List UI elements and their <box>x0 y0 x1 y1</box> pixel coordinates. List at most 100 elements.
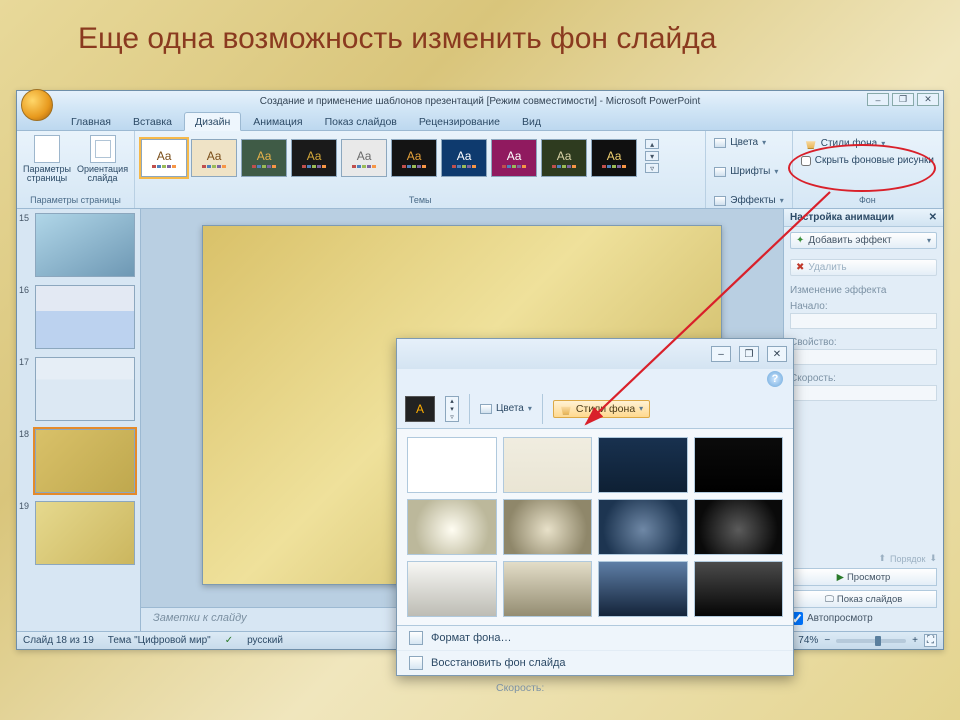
minimize-button[interactable]: – <box>867 93 889 106</box>
background-group-label: Фон <box>801 195 934 206</box>
theme-swatch[interactable]: Aa <box>541 139 587 177</box>
background-style-swatch[interactable] <box>694 561 784 617</box>
format-background-menuitem[interactable]: Формат фона… <box>397 626 793 650</box>
theme-fonts-button[interactable]: Шрифты▾ <box>714 166 783 177</box>
tab-главная[interactable]: Главная <box>61 113 121 130</box>
colors-icon <box>480 404 492 414</box>
ribbon: Параметры страницы Ориентация слайда Пар… <box>17 131 943 209</box>
zoom-out-button[interactable]: − <box>824 635 830 646</box>
background-style-swatch[interactable] <box>407 561 497 617</box>
colors-icon <box>714 138 726 148</box>
hide-background-graphics-checkbox[interactable]: Скрыть фоновые рисунки <box>801 155 934 166</box>
reset-icon <box>409 656 423 670</box>
remove-effect-button[interactable]: ✖ Удалить <box>790 259 937 276</box>
slideshow-button[interactable]: 🖵Показ слайдов <box>790 590 937 608</box>
theme-swatch[interactable]: Aa <box>191 139 237 177</box>
slide-thumbnail[interactable]: 17 <box>21 357 136 421</box>
themes-scroll-button[interactable]: ▾ <box>645 151 659 161</box>
autopreview-checkbox[interactable]: Автопросмотр <box>790 612 937 625</box>
popup-close-button[interactable]: ✕ <box>767 346 787 362</box>
reset-background-menuitem[interactable]: Восстановить фон слайда <box>397 650 793 675</box>
background-style-swatch[interactable] <box>503 561 593 617</box>
popup-restore-button[interactable]: ❐ <box>739 346 759 362</box>
slide-thumbnail[interactable]: 15 <box>21 213 136 277</box>
theme-gallery-scroll[interactable]: ▴▾▿ <box>445 396 459 422</box>
slide-thumbnail[interactable]: 18 <box>21 429 136 493</box>
bucket-icon <box>805 137 817 149</box>
background-style-swatch[interactable] <box>503 499 593 555</box>
slide-thumbnail[interactable]: 16 <box>21 285 136 349</box>
theme-swatch[interactable]: Aa <box>291 139 337 177</box>
themes-scroll-button[interactable]: ▿ <box>645 163 659 173</box>
reorder-label: Порядок <box>890 554 925 564</box>
effects-icon <box>714 196 726 206</box>
theme-swatch[interactable]: Aa <box>441 139 487 177</box>
themes-gallery[interactable]: AaAaAaAaAaAaAaAaAaAa▴▾▿ <box>141 135 699 177</box>
maximize-button[interactable]: ❐ <box>892 93 914 106</box>
popup-help-row: ? <box>397 369 793 389</box>
page-setup-button[interactable]: Параметры страницы <box>23 135 71 184</box>
star-icon: ✦ <box>796 235 804 246</box>
page-setup-group-label: Параметры страницы <box>23 195 128 206</box>
slide-thumbnails-panel[interactable]: 15 16 17 18 19 <box>17 209 141 631</box>
tab-показ слайдов[interactable]: Показ слайдов <box>315 113 407 130</box>
theme-swatch[interactable]: Aa <box>341 139 387 177</box>
slide-thumbnail[interactable]: 19 <box>21 501 136 565</box>
theme-swatch[interactable]: Aa <box>391 139 437 177</box>
page-setup-icon <box>34 135 60 163</box>
close-button[interactable]: ✕ <box>917 93 939 106</box>
background-style-swatch[interactable] <box>694 437 784 493</box>
property-label: Свойство: <box>790 337 937 348</box>
slide-orientation-button[interactable]: Ориентация слайда <box>77 135 128 184</box>
titlebar: Создание и применение шаблонов презентац… <box>17 91 943 111</box>
play-button[interactable]: ▶Просмотр <box>790 568 937 586</box>
tab-анимация[interactable]: Анимация <box>243 113 312 130</box>
format-icon <box>409 631 423 645</box>
task-pane-title: Настройка анимации ✕ <box>784 209 943 227</box>
fit-to-window-button[interactable]: ⛶ <box>924 634 937 647</box>
tab-дизайн[interactable]: Дизайн <box>184 112 241 131</box>
spellcheck-icon[interactable]: ✓ <box>225 635 233 646</box>
background-style-swatch[interactable] <box>503 437 593 493</box>
theme-swatch[interactable]: Aa <box>591 139 637 177</box>
popup-background-styles-button[interactable]: Стили фона▾ <box>553 400 650 418</box>
background-style-swatch[interactable] <box>598 499 688 555</box>
background-style-swatch[interactable] <box>694 499 784 555</box>
background-style-swatch[interactable] <box>407 499 497 555</box>
tab-вставка[interactable]: Вставка <box>123 113 182 130</box>
speed-dropdown[interactable] <box>790 385 937 401</box>
slide-counter: Слайд 18 из 19 <box>23 635 94 646</box>
slideshow-icon: 🖵 <box>825 594 834 605</box>
background-styles-button[interactable]: Стили фона▾ <box>801 135 934 151</box>
zoom-slider[interactable] <box>836 639 906 643</box>
background-styles-popup: – ❐ ✕ ? A ▴▾▿ Цвета▾ Стили фона▾ Формат … <box>396 338 794 676</box>
themes-group-label: Темы <box>141 195 699 206</box>
tab-рецензирование[interactable]: Рецензирование <box>409 113 510 130</box>
background-style-swatch[interactable] <box>598 437 688 493</box>
add-effect-button[interactable]: ✦ Добавить эффект▾ <box>790 232 937 249</box>
office-button[interactable] <box>21 89 53 121</box>
start-dropdown[interactable] <box>790 313 937 329</box>
change-effect-label: Изменение эффекта <box>790 285 937 296</box>
tab-вид[interactable]: Вид <box>512 113 551 130</box>
theme-colors-button[interactable]: Цвета▾ <box>714 137 783 148</box>
themes-scroll-button[interactable]: ▴ <box>645 139 659 149</box>
theme-swatch[interactable]: Aa <box>241 139 287 177</box>
zoom-in-button[interactable]: + <box>912 635 918 646</box>
theme-swatch[interactable]: Aa <box>141 139 187 177</box>
popup-titlebar: – ❐ ✕ <box>397 339 793 369</box>
theme-effects-button[interactable]: Эффекты▾ <box>714 195 783 206</box>
background-style-swatch[interactable] <box>598 561 688 617</box>
popup-colors-button[interactable]: Цвета▾ <box>480 403 532 414</box>
background-styles-gallery[interactable] <box>397 429 793 625</box>
property-dropdown[interactable] <box>790 349 937 365</box>
language-indicator[interactable]: русский <box>247 635 283 646</box>
popup-minimize-button[interactable]: – <box>711 346 731 362</box>
theme-swatch[interactable]: Aa <box>491 139 537 177</box>
remove-icon: ✖ <box>796 262 804 273</box>
fonts-icon <box>714 167 726 177</box>
help-icon[interactable]: ? <box>767 371 783 387</box>
zoom-percent[interactable]: 74% <box>798 635 818 646</box>
background-style-swatch[interactable] <box>407 437 497 493</box>
task-pane-close-icon[interactable]: ✕ <box>929 212 937 223</box>
